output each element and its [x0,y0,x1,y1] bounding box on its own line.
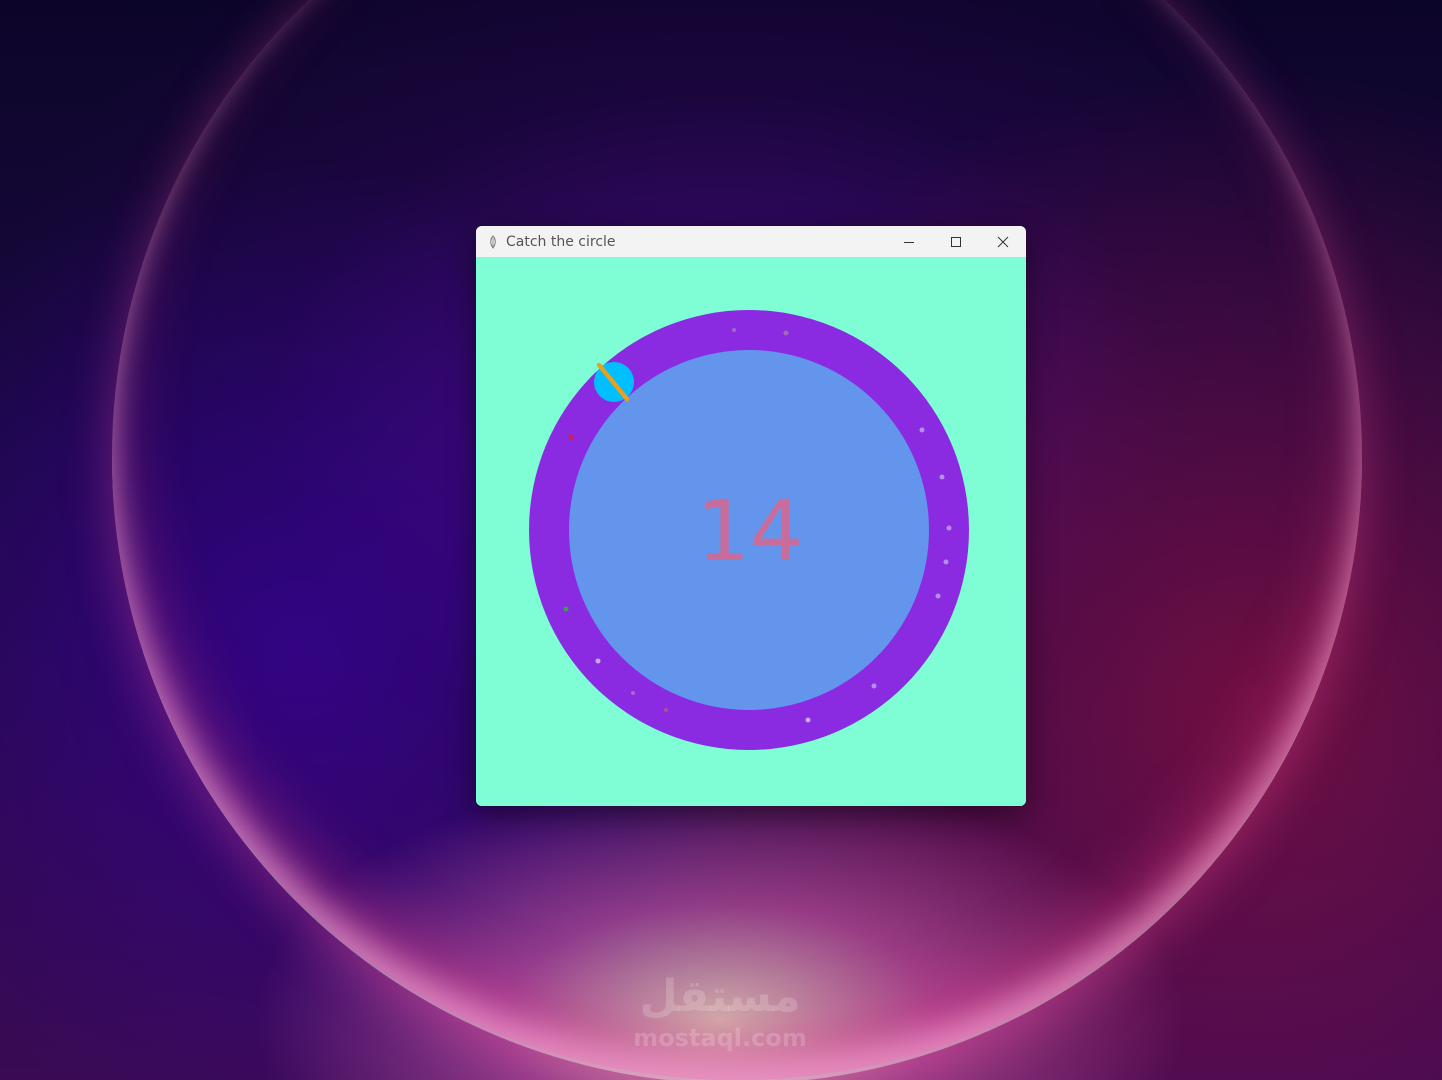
watermark-url: mostaql.com [633,1024,807,1052]
particle [805,717,811,723]
particle [664,708,668,712]
particle [783,330,789,336]
particle [919,427,925,433]
close-button[interactable] [979,226,1026,257]
particle [943,559,949,565]
window-title: Catch the circle [506,233,616,250]
minimize-button[interactable] [885,226,932,257]
particle [568,434,574,440]
particle [871,683,877,689]
score-counter: 14 [696,482,804,580]
particle [946,525,952,531]
particle [595,658,601,664]
particle [732,328,736,332]
feather-icon [486,234,500,249]
watermark: مستقل mostaql.com [600,970,840,1060]
minimize-icon [903,241,914,243]
close-icon [997,236,1008,247]
particle [935,593,941,599]
particle [563,606,569,612]
watermark-logo: مستقل [639,971,801,1022]
particle [939,474,945,480]
game-window: Catch the circle 14 [476,226,1026,806]
game-canvas[interactable]: 14 [476,257,1026,806]
title-bar[interactable]: Catch the circle [476,226,1026,257]
particle [631,691,635,695]
desktop: مستقل mostaql.com Catch the circle 14 [0,0,1442,1080]
caption-buttons [885,226,1026,257]
maximize-icon [950,236,961,247]
maximize-button[interactable] [932,226,979,257]
